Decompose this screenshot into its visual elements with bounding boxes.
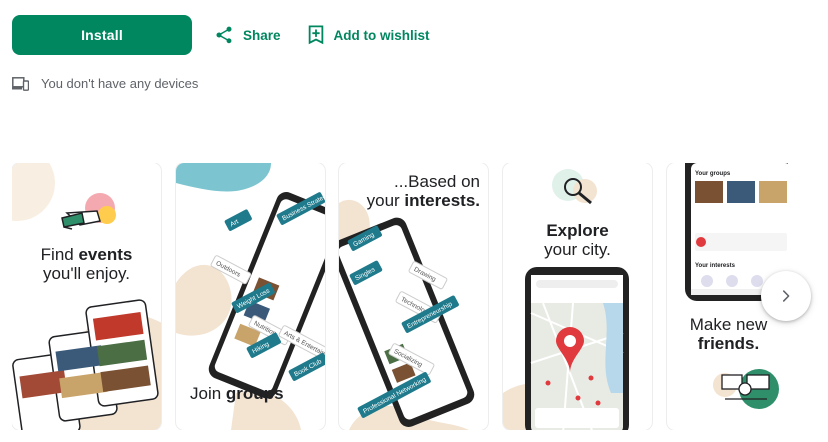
caption-line1: Make new (689, 315, 768, 334)
your-interests-label: Your interests (695, 263, 736, 269)
screenshot-4[interactable]: Explore your city. (503, 163, 652, 430)
screenshot-2-caption: Join groups (176, 384, 325, 403)
screenshot-carousel: Find events you'll enjoy. Art Business S… (12, 163, 788, 430)
chevron-right-icon (782, 290, 790, 302)
caption-plain: your (366, 191, 405, 211)
screenshot-5-caption: Make new friends. (667, 315, 788, 353)
interest-tag: Book Club (288, 352, 325, 381)
screenshot-4-caption: Explore your city. (503, 221, 652, 259)
screenshot-4-art (503, 169, 629, 430)
screenshot-3[interactable]: Gaming Singles Drawing Technology Entrep… (339, 163, 488, 430)
devices-icon (12, 76, 29, 91)
caption-bold: groups (225, 384, 284, 403)
screenshot-1[interactable]: Find events you'll enjoy. (12, 163, 161, 430)
share-button[interactable]: Share (214, 25, 281, 45)
interest-tag: Art (224, 209, 252, 231)
bookmark-add-icon (308, 25, 323, 45)
devices-message: You don't have any devices (41, 76, 199, 91)
caption-plain: Join (190, 384, 226, 403)
add-to-wishlist-button[interactable]: Add to wishlist (307, 25, 430, 45)
caption-bold: friends. (697, 334, 760, 354)
caption-bold: Explore (546, 221, 609, 240)
caption-plain: Find (40, 245, 79, 264)
caption-line1: ...Based on (393, 172, 480, 191)
share-label: Share (243, 27, 281, 43)
caption-line2: you'll enjoy. (42, 264, 131, 284)
action-row: Install Share Add to wishlist (12, 15, 430, 55)
screenshot-2[interactable]: Art Business Strategy Outdoors Weight Lo… (176, 163, 325, 430)
share-icon (216, 26, 232, 44)
caption-bold: interests. (404, 191, 480, 211)
next-screenshot-button[interactable] (761, 271, 811, 321)
screenshot-3-caption: ...Based on your interests. (339, 172, 488, 210)
install-button[interactable]: Install (12, 15, 192, 55)
caption-line2: your city. (544, 240, 611, 260)
devices-notice: You don't have any devices (12, 76, 198, 91)
your-groups-label: Your groups (695, 171, 731, 177)
screenshot-1-art (12, 163, 161, 430)
caption-bold: events (78, 245, 133, 264)
screenshot-1-caption: Find events you'll enjoy. (12, 245, 161, 283)
wishlist-label: Add to wishlist (333, 27, 430, 43)
